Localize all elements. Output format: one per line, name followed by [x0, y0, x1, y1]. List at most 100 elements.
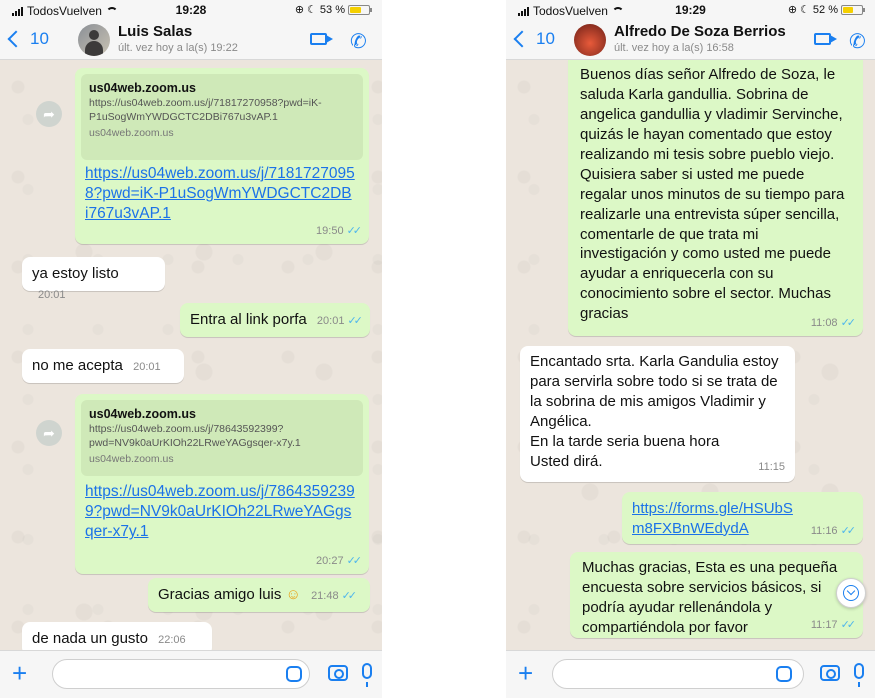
message-time: 21:48	[311, 590, 339, 602]
message-time: 11:08	[810, 316, 838, 329]
message-bubble[interactable]: Entra al link porfa 20:01 ✓✓	[180, 303, 370, 337]
contact-name[interactable]: Alfredo De Soza Berrios	[614, 23, 786, 40]
message-bubble[interactable]: Gracias amigo luis ☺ 21:48 ✓✓	[148, 578, 370, 612]
avatar[interactable]	[574, 24, 606, 56]
status-bar: TodosVuelven 19:29 ⊕ ☾ 52 %	[506, 0, 875, 20]
microphone-icon[interactable]	[854, 663, 864, 687]
message-text: ya estoy listo	[32, 265, 119, 282]
read-checks-icon: ✓✓	[346, 224, 363, 237]
message-input[interactable]	[552, 659, 804, 689]
message-composer: +	[506, 650, 875, 698]
message-time: 20:27	[316, 554, 344, 567]
message-meta: 11:08 ✓✓	[810, 316, 857, 330]
message-text: no me acepta	[32, 357, 123, 374]
status-bar: TodosVuelven 19:28 ⊕ ☾ 53 %	[0, 0, 382, 20]
sticker-icon[interactable]	[286, 666, 302, 682]
message-meta: 20:27 ✓✓	[316, 554, 363, 568]
message-text: Buenos días señor Alfredo de Soza, le sa…	[580, 66, 845, 323]
message-bubble[interactable]: us04web.zoom.us https://us04web.zoom.us/…	[75, 68, 369, 244]
video-call-icon[interactable]	[814, 33, 837, 45]
read-checks-icon: ✓✓	[347, 315, 363, 327]
preview-domain: us04web.zoom.us	[89, 452, 174, 465]
camera-icon[interactable]	[328, 665, 348, 681]
message-meta: 19:50 ✓✓	[316, 224, 363, 238]
chat-header: 10 Alfredo De Soza Berrios últ. vez hoy …	[506, 20, 875, 60]
message-bubble[interactable]: https://forms.gle/HSUbSm8FXBnWEdydA 11:1…	[622, 492, 863, 544]
unread-count: 10	[30, 29, 49, 48]
preview-domain: us04web.zoom.us	[89, 126, 174, 139]
message-text: Gracias amigo luis	[158, 586, 282, 603]
message-meta: 11:17 ✓✓	[810, 618, 857, 632]
read-checks-icon: ✓✓	[840, 524, 857, 537]
message-composer: +	[0, 650, 382, 698]
preview-title: us04web.zoom.us	[89, 81, 196, 95]
message-time: 19:50	[316, 224, 344, 237]
message-time: 11:17	[810, 618, 838, 631]
message-link[interactable]: https://us04web.zoom.us/j/78643592399?pw…	[85, 482, 357, 542]
chevron-left-icon	[513, 30, 531, 48]
message-input[interactable]	[52, 659, 310, 689]
left-chat-screen: TodosVuelven 19:28 ⊕ ☾ 53 % 10 Luis Sala…	[0, 0, 382, 698]
message-bubble[interactable]: Muchas gracias, Esta es una pequeña encu…	[570, 552, 863, 638]
message-time: 22:06	[158, 634, 186, 646]
last-seen: últ. vez hoy a la(s) 16:58	[614, 42, 734, 54]
camera-icon[interactable]	[820, 665, 840, 681]
forward-icon[interactable]: ➦	[36, 420, 62, 446]
forward-icon[interactable]: ➦	[36, 101, 62, 127]
voice-call-icon[interactable]: ✆	[849, 29, 866, 54]
video-call-icon[interactable]	[310, 33, 333, 45]
scroll-to-bottom-button[interactable]	[836, 578, 866, 608]
message-text: Encantado srta. Karla Gandulia estoy par…	[530, 353, 779, 470]
read-checks-icon: ✓✓	[346, 554, 363, 567]
link-preview[interactable]: us04web.zoom.us https://us04web.zoom.us/…	[81, 400, 363, 476]
last-seen: últ. vez hoy a la(s) 19:22	[118, 42, 238, 54]
read-checks-icon: ✓✓	[341, 590, 358, 602]
moon-icon: ☾	[800, 4, 810, 16]
sticker-icon[interactable]	[776, 666, 792, 682]
message-link[interactable]: https://us04web.zoom.us/j/71817270958?pw…	[85, 164, 355, 224]
message-text: Entra al link porfa	[190, 311, 307, 328]
message-time: 11:15	[758, 460, 785, 473]
link-preview[interactable]: us04web.zoom.us https://us04web.zoom.us/…	[81, 74, 363, 160]
read-checks-icon: ✓✓	[840, 316, 857, 329]
message-bubble[interactable]: Buenos días señor Alfredo de Soza, le sa…	[568, 60, 863, 336]
right-chat-screen: TodosVuelven 19:29 ⊕ ☾ 52 % 10 Alfredo D…	[506, 0, 875, 698]
message-link[interactable]: https://forms.gle/HSUbSm8FXBnWEdydA	[632, 499, 802, 538]
smile-emoji: ☺	[285, 586, 301, 603]
message-time: 20:01	[316, 315, 345, 327]
message-meta: 11:16 ✓✓	[810, 524, 857, 538]
read-checks-icon: ✓✓	[840, 618, 857, 631]
status-right: ⊕ ☾ 52 %	[788, 3, 865, 16]
message-bubble[interactable]: no me acepta 20:01	[22, 349, 184, 383]
preview-url: https://us04web.zoom.us/j/71817270958?pw…	[89, 97, 322, 124]
back-button[interactable]: 10	[7, 29, 49, 49]
preview-title: us04web.zoom.us	[89, 407, 196, 421]
battery-percent: 53 %	[319, 3, 345, 16]
preview-url: https://us04web.zoom.us/j/78643592399?pw…	[89, 423, 301, 450]
message-text: de nada un gusto	[32, 630, 148, 647]
status-right: ⊕ ☾ 53 %	[294, 3, 372, 16]
voice-call-icon[interactable]: ✆	[350, 29, 367, 54]
alarm-icon: ⊕	[294, 4, 305, 16]
battery-percent: 52 %	[812, 3, 838, 16]
message-bubble[interactable]: Encantado srta. Karla Gandulia estoy par…	[520, 346, 795, 482]
chevron-down-icon	[843, 585, 859, 601]
contact-name[interactable]: Luis Salas	[118, 23, 192, 40]
message-time: 11:16	[810, 524, 838, 537]
avatar[interactable]	[78, 24, 110, 56]
message-time: 20:01	[38, 288, 66, 301]
battery-icon	[348, 4, 372, 15]
plus-icon[interactable]: +	[518, 660, 533, 686]
chevron-left-icon	[7, 30, 25, 48]
battery-icon	[841, 4, 865, 15]
microphone-icon[interactable]	[362, 663, 372, 687]
chat-header: 10 Luis Salas últ. vez hoy a la(s) 19:22…	[0, 20, 382, 60]
moon-icon: ☾	[307, 4, 317, 16]
message-text: Muchas gracias, Esta es una pequeña encu…	[582, 559, 838, 636]
plus-icon[interactable]: +	[12, 660, 27, 686]
message-bubble[interactable]: us04web.zoom.us https://us04web.zoom.us/…	[75, 394, 369, 574]
unread-count: 10	[536, 29, 555, 48]
back-button[interactable]: 10	[513, 29, 555, 49]
message-time: 20:01	[133, 361, 161, 373]
message-bubble[interactable]: ya estoy listo 20:01	[22, 257, 165, 301]
